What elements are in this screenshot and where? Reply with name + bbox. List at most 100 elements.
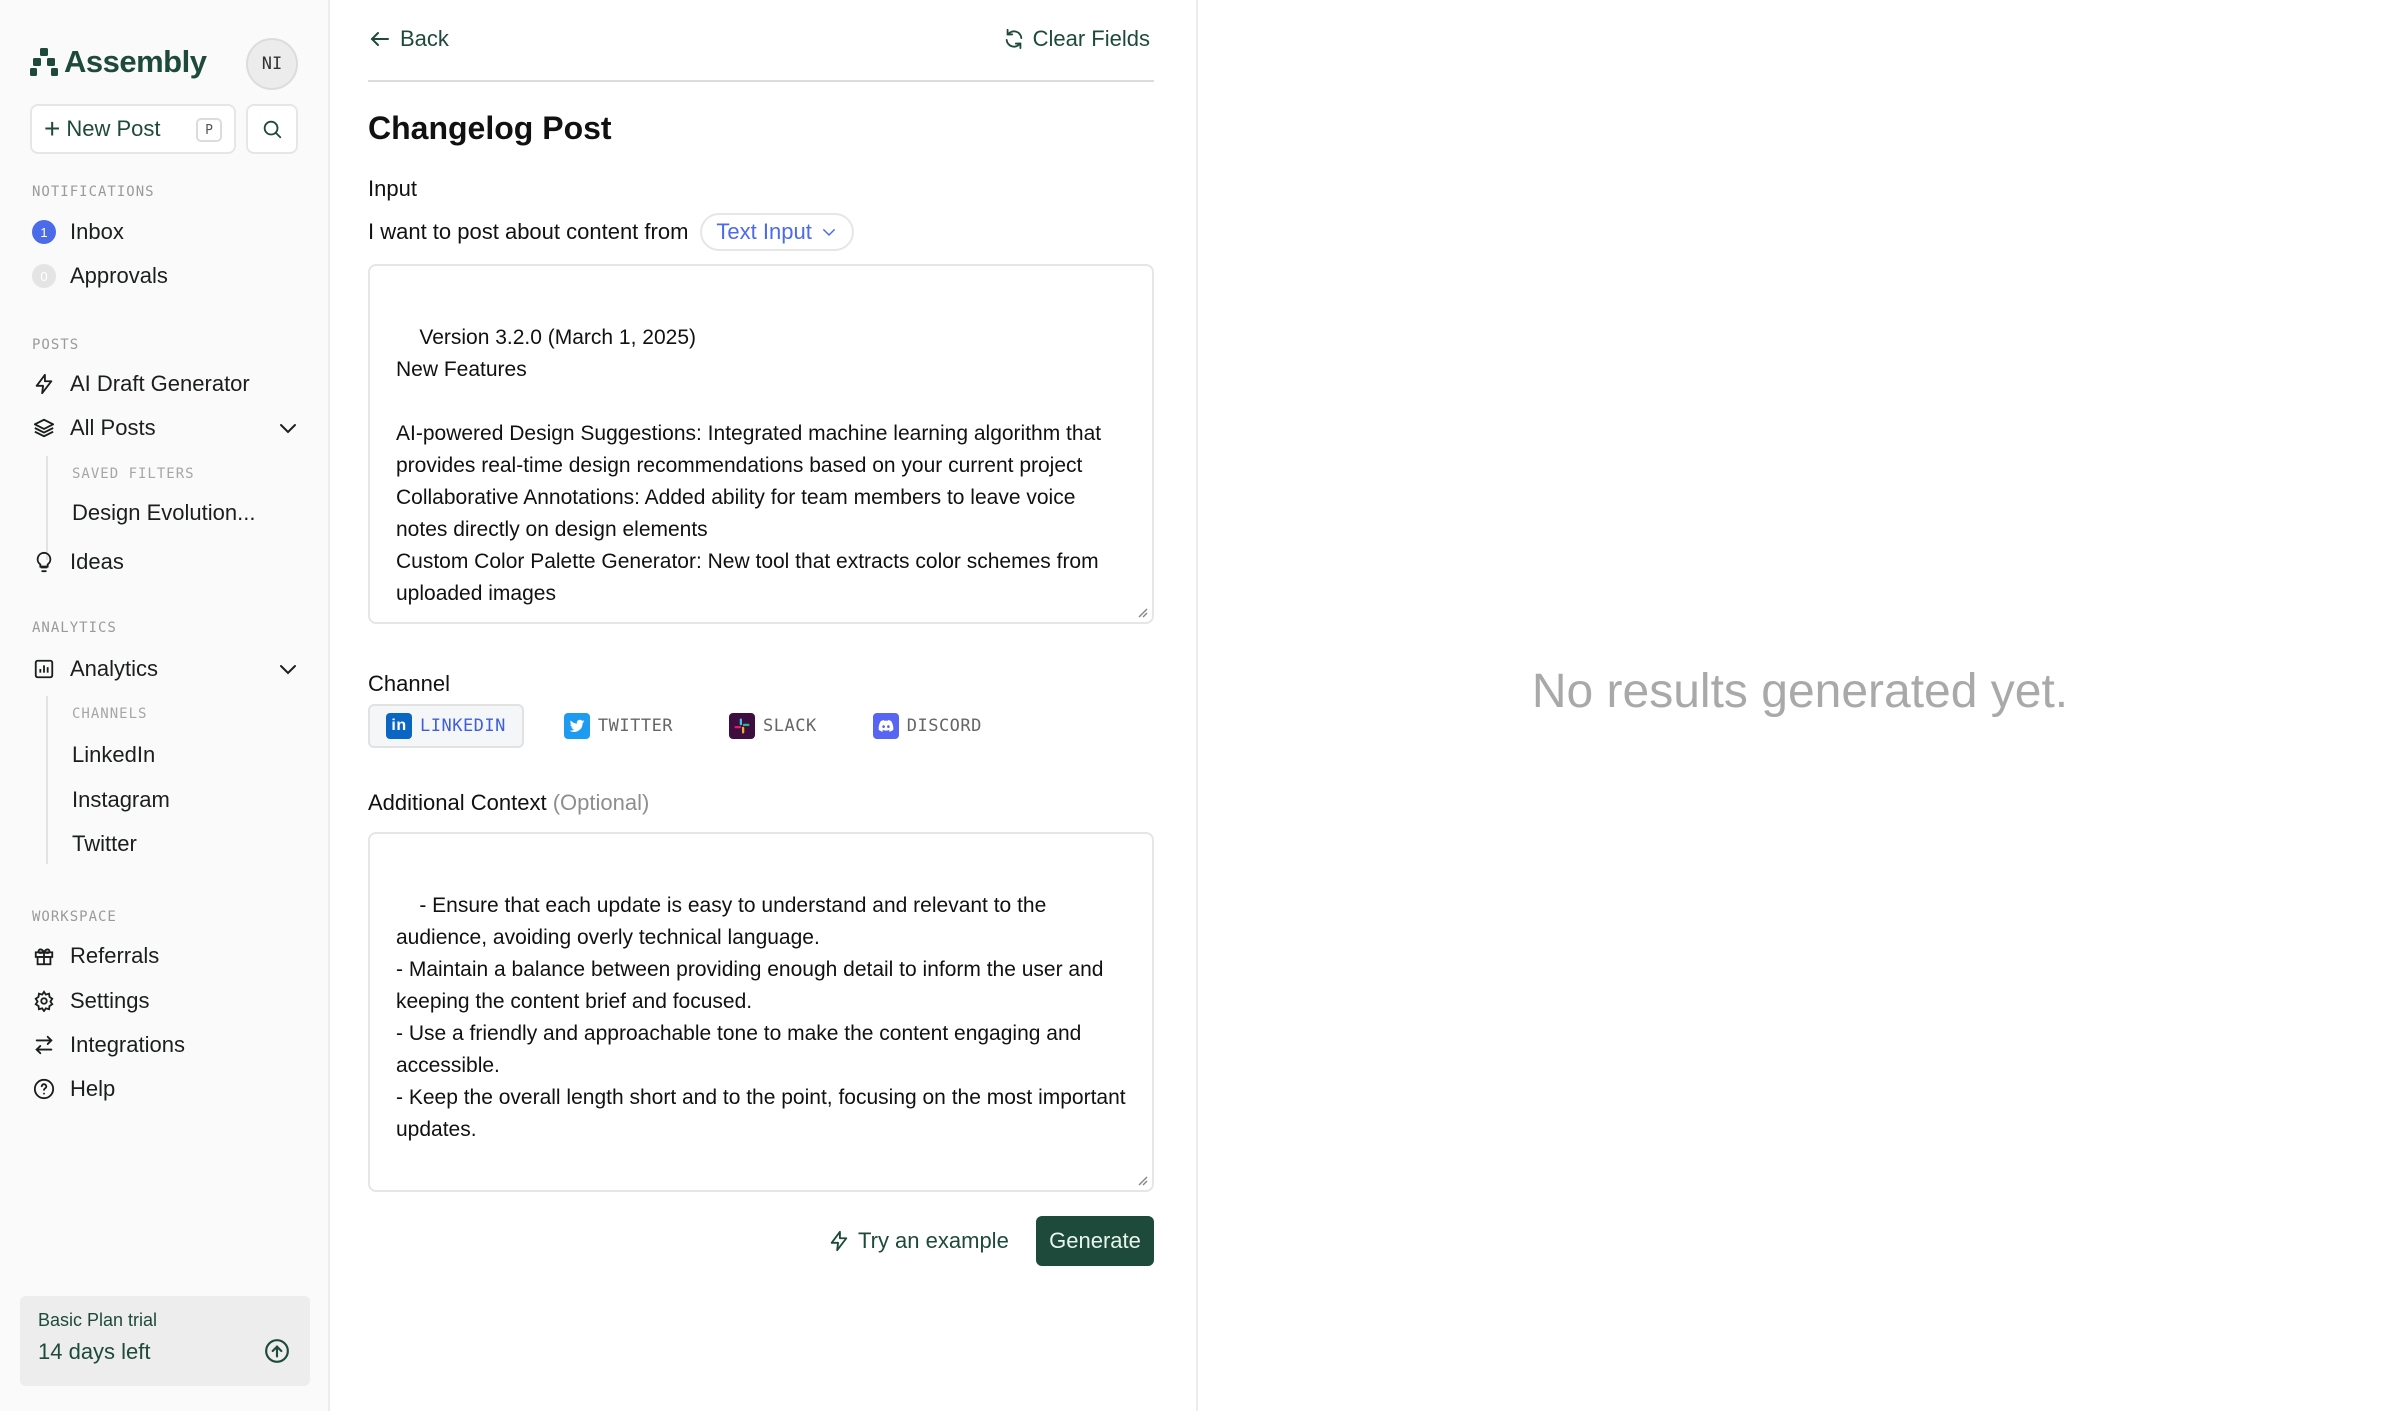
section-notifications: NOTIFICATIONS [32,184,155,200]
form-panel: Back Clear Fields Changelog Post Input I… [332,0,1198,1411]
sidebar: Assembly NI + New Post P NOTIFICATIONS 1… [0,0,330,1411]
clear-fields-button[interactable]: Clear Fields [1003,26,1150,52]
generate-button[interactable]: Generate [1036,1216,1154,1266]
channel-label: Channel [368,671,450,696]
input-textarea[interactable]: Version 3.2.0 (March 1, 2025) New Featur… [368,264,1154,624]
chevron-down-icon[interactable] [276,657,300,681]
lightbulb-icon [36,551,52,573]
sidebar-item-label: Settings [70,988,150,1013]
try-example-button[interactable]: Try an example [828,1228,1009,1254]
sidebar-item-inbox[interactable]: 1 Inbox [32,214,124,250]
sidebar-item-label: Referrals [70,943,160,968]
lightning-icon [35,373,53,395]
results-panel: No results generated yet. [1200,0,2400,1411]
source-select[interactable]: Text Input [700,213,854,251]
sidebar-item-label: Analytics [70,656,159,681]
discord-icon [872,713,899,739]
sidebar-item-ai-draft[interactable]: AI Draft Generator [32,366,250,402]
channel-label-text: DISCORD [906,716,982,736]
optional-hint: (Optional) [552,790,650,815]
saved-filter-item[interactable]: Design Evolution... [72,500,255,526]
search-icon [263,120,282,139]
context-label-text: Additional Context [368,790,547,815]
sidebar-item-ideas[interactable]: Ideas [32,544,124,580]
arrow-left-icon [370,32,389,46]
resize-handle-icon[interactable] [1136,1174,1148,1186]
gear-icon [34,990,54,1012]
chart-icon [34,659,54,679]
context-label: Additional Context (Optional) [368,790,649,816]
chevron-down-icon [822,229,835,237]
sidebar-item-instagram[interactable]: Instagram [72,787,170,813]
new-post-button[interactable]: + New Post P [30,104,236,154]
refresh-icon [1005,28,1022,50]
sidebar-item-label: All Posts [70,415,156,440]
channel-discord[interactable]: DISCORD [857,704,998,748]
sidebar-item-label: Approvals [70,263,168,288]
tree-line [46,696,48,864]
trial-plan: Basic Plan trial [38,1310,158,1330]
new-post-label: New Post [66,116,161,141]
input-label: Input [368,176,417,201]
channel-label-text: SLACK [763,716,817,736]
sidebar-item-linkedin[interactable]: LinkedIn [72,742,155,768]
channel-slack[interactable]: SLACK [713,704,833,748]
sidebar-item-help[interactable]: Help [32,1071,115,1107]
linkedin-icon: in [386,713,412,739]
source-prefix: I want to post about content from [368,219,689,244]
resize-handle-icon[interactable] [1136,606,1148,618]
source-select-value: Text Input [716,219,812,244]
sidebar-item-label: Help [70,1076,116,1101]
sidebar-item-twitter[interactable]: Twitter [72,831,137,857]
page-title: Changelog Post [368,110,612,146]
clear-fields-label: Clear Fields [1032,26,1150,51]
sidebar-item-label: Inbox [70,219,124,244]
lightning-icon [830,1230,848,1252]
trial-card[interactable]: Basic Plan trial 14 days left [20,1296,310,1386]
sidebar-item-referrals[interactable]: Referrals [32,938,159,974]
approvals-count-badge: 0 [32,264,56,288]
channel-label-text: TWITTER [597,716,674,736]
trial-remaining: 14 days left [38,1339,151,1364]
sidebar-item-label: AI Draft Generator [70,371,250,396]
inbox-count-badge: 1 [32,220,56,244]
channel-twitter[interactable]: TWITTER [548,704,689,748]
header-divider [368,80,1154,82]
app-name: Assembly [64,44,207,79]
empty-state-message: No results generated yet. [1531,665,2069,718]
shortcut-key: P [196,118,222,142]
plus-icon: + [44,113,61,144]
context-text: - Ensure that each update is easy to und… [396,894,1126,1141]
sidebar-item-label: Ideas [70,549,124,574]
channel-selector: in LINKEDIN TWITTER SLACK DISCORD [368,704,998,748]
context-textarea[interactable]: - Ensure that each update is easy to und… [368,832,1154,1192]
sidebar-item-settings[interactable]: Settings [32,983,150,1019]
back-button[interactable]: Back [368,26,449,52]
sidebar-item-integrations[interactable]: Integrations [32,1027,185,1063]
sidebar-item-approvals[interactable]: 0 Approvals [32,258,168,294]
slack-icon [729,713,756,739]
gift-icon [34,948,54,966]
upgrade-arrow-icon[interactable] [264,1338,290,1364]
channel-linkedin[interactable]: in LINKEDIN [368,704,524,748]
user-avatar[interactable]: NI [246,38,298,90]
section-posts: POSTS [32,337,80,353]
sidebar-item-all-posts[interactable]: All Posts [32,410,156,446]
app-logo[interactable]: Assembly [30,44,207,80]
channels-label: CHANNELS [72,706,148,722]
sidebar-item-analytics[interactable]: Analytics [32,651,158,687]
layers-icon [33,418,55,438]
assembly-logo-icon [30,48,58,76]
twitter-icon [563,713,590,739]
saved-filters-label: SAVED FILTERS [72,466,195,482]
section-analytics: ANALYTICS [32,620,117,636]
sidebar-item-label: Integrations [70,1032,185,1057]
source-row: I want to post about content from Text I… [368,213,854,251]
try-example-label: Try an example [858,1228,1009,1253]
chevron-down-icon[interactable] [276,416,300,440]
section-workspace: WORKSPACE [32,909,117,925]
input-text: Version 3.2.0 (March 1, 2025) New Featur… [396,326,1102,605]
help-circle-icon [33,1078,55,1100]
arrows-swap-icon [35,1035,53,1055]
search-button[interactable] [246,104,298,154]
